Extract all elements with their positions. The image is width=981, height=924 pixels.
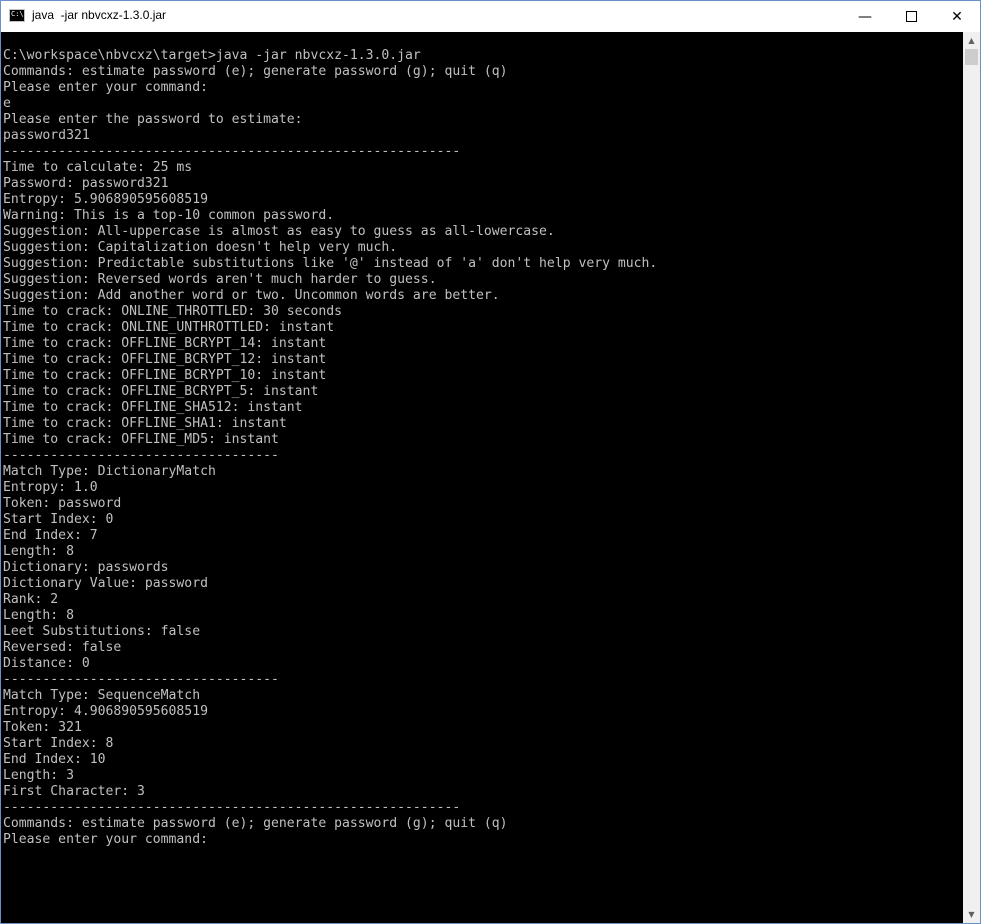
console-line: Time to calculate: 25 ms (3, 160, 193, 175)
console-line: Time to crack: OFFLINE_BCRYPT_12: instan… (3, 352, 327, 367)
window-title: java -jar nbvcxz-1.3.0.jar (32, 8, 167, 22)
console-line: Time to crack: ONLINE_THROTTLED: 30 seco… (3, 304, 342, 319)
vertical-scrollbar[interactable]: ▲ ▼ (963, 32, 980, 923)
maximize-icon (905, 11, 917, 22)
console-line: Token: 321 (3, 720, 82, 735)
console-line: Time to crack: ONLINE_UNTHROTTLED: insta… (3, 320, 335, 335)
scroll-up-arrow-icon[interactable]: ▲ (963, 32, 980, 49)
console-line: Entropy: 5.906890595608519 (3, 192, 208, 207)
minimize-icon: — (858, 8, 872, 25)
console-line: First Character: 3 (3, 784, 145, 799)
console-line: Entropy: 1.0 (3, 480, 98, 495)
console-line: Length: 3 (3, 768, 74, 783)
console-line: Suggestion: Capitalization doesn't help … (3, 240, 398, 255)
console-line: Length: 8 (3, 608, 74, 623)
console-line: ----------------------------------------… (3, 800, 461, 815)
console-line: Time to crack: OFFLINE_MD5: instant (3, 432, 279, 447)
console-line: Rank: 2 (3, 592, 59, 607)
console-line: Dictionary Value: password (3, 576, 208, 591)
console-line: End Index: 10 (3, 752, 106, 767)
maximize-button[interactable] (888, 1, 934, 32)
console-line: Reversed: false (3, 640, 122, 655)
close-icon: ✕ (951, 8, 963, 25)
console-line: Please enter the password to estimate: (3, 112, 303, 127)
console-line: Time to crack: OFFLINE_BCRYPT_5: instant (3, 384, 319, 399)
console-line: Entropy: 4.906890595608519 (3, 704, 208, 719)
console-line: Distance: 0 (3, 656, 90, 671)
console-line: Start Index: 0 (3, 512, 114, 527)
console-line: C:\workspace\nbvcxz\target>java -jar nbv… (3, 48, 421, 63)
console-line: Time to crack: OFFLINE_BCRYPT_10: instan… (3, 368, 327, 383)
console-line: ----------------------------------- (3, 448, 279, 463)
scrollbar-thumb[interactable] (965, 49, 978, 65)
console-line: Commands: estimate password (e); generat… (3, 816, 508, 831)
console-icon-label: C:\ (11, 10, 24, 18)
console-icon[interactable]: C:\ (9, 9, 25, 22)
console-line: Suggestion: Add another word or two. Unc… (3, 288, 500, 303)
console-line: Please enter your command: (3, 832, 208, 847)
console-line: Time to crack: OFFLINE_BCRYPT_14: instan… (3, 336, 327, 351)
console-line: Warning: This is a top-10 common passwor… (3, 208, 335, 223)
close-button[interactable]: ✕ (934, 1, 980, 32)
console-line: Token: password (3, 496, 122, 511)
scroll-down-arrow-icon[interactable]: ▼ (963, 906, 980, 923)
console-line: Time to crack: OFFLINE_SHA512: instant (3, 400, 303, 415)
console-line: Time to crack: OFFLINE_SHA1: instant (3, 416, 287, 431)
console-line: Dictionary: passwords (3, 560, 169, 575)
console-line: ----------------------------------- (3, 672, 279, 687)
title-bar[interactable]: C:\ java -jar nbvcxz-1.3.0.jar — ✕ (1, 1, 980, 32)
console-line: password321 (3, 128, 90, 143)
console-line: Password: password321 (3, 176, 169, 191)
console-line: Length: 8 (3, 544, 74, 559)
console-output-area[interactable]: C:\workspace\nbvcxz\target>java -jar nbv… (1, 32, 963, 923)
console-window: C:\ java -jar nbvcxz-1.3.0.jar — ✕ C:\wo… (0, 0, 981, 924)
console-line: Suggestion: Predictable substitutions li… (3, 256, 658, 271)
console-line: Start Index: 8 (3, 736, 114, 751)
console-line: Match Type: DictionaryMatch (3, 464, 216, 479)
console-line: End Index: 7 (3, 528, 98, 543)
console-line: e (3, 96, 11, 111)
minimize-button[interactable]: — (842, 1, 888, 32)
console-line: Match Type: SequenceMatch (3, 688, 201, 703)
console-output: C:\workspace\nbvcxz\target>java -jar nbv… (1, 32, 963, 848)
console-line: Please enter your command: (3, 80, 208, 95)
console-line: ----------------------------------------… (3, 144, 461, 159)
console-line: Leet Substitutions: false (3, 624, 201, 639)
console-line: Suggestion: Reversed words aren't much h… (3, 272, 437, 287)
console-line: Suggestion: All-uppercase is almost as e… (3, 224, 555, 239)
console-line: Commands: estimate password (e); generat… (3, 64, 508, 79)
